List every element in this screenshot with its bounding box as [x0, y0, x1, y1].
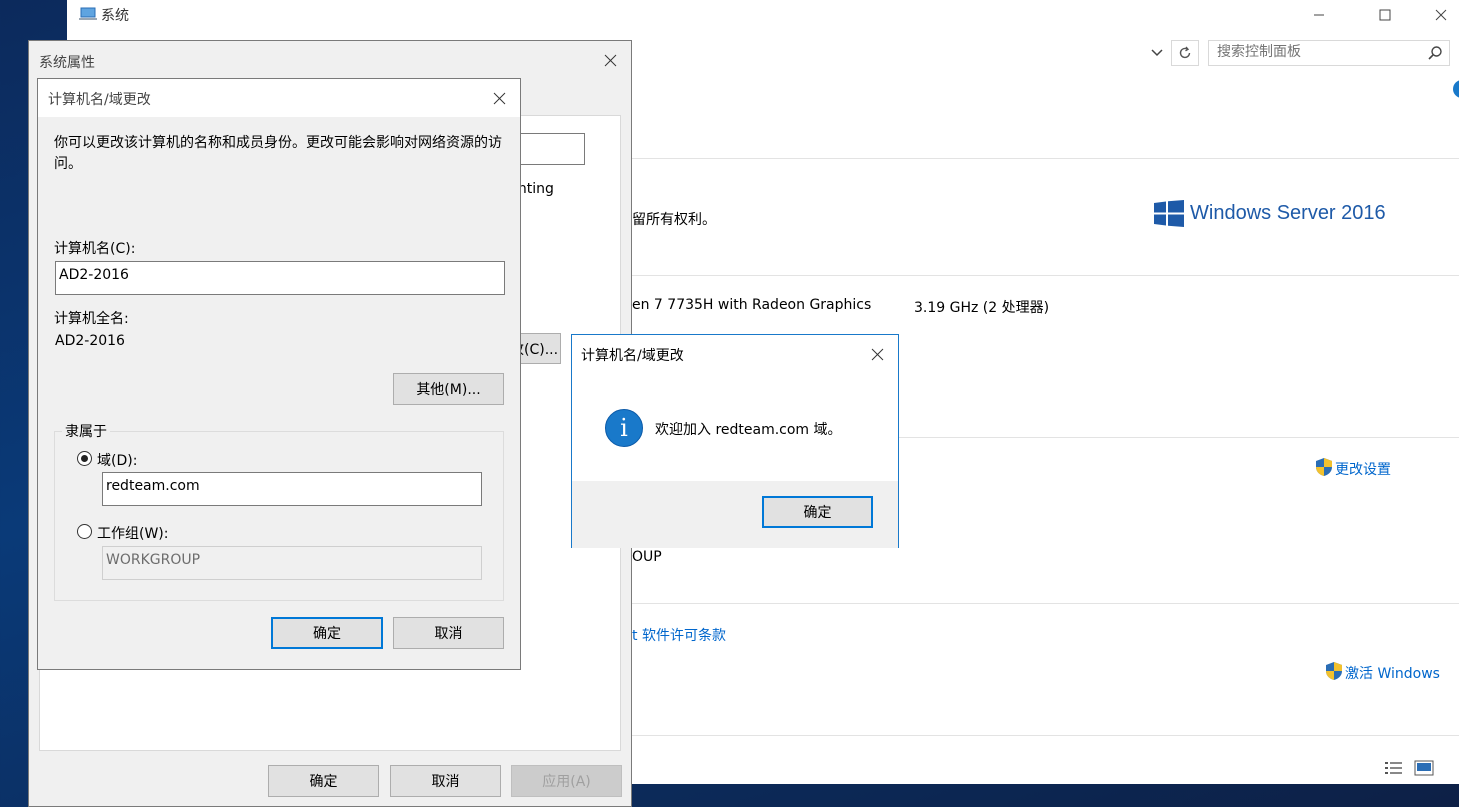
minimize-button[interactable]	[1296, 0, 1342, 30]
computer-name-description: 你可以更改该计算机的名称和成员身份。更改可能会影响对网络资源的访问。	[54, 135, 502, 172]
details-view-icon[interactable]	[1384, 760, 1404, 776]
ok-label: 确定	[313, 626, 341, 642]
system-properties-close-button[interactable]	[597, 49, 623, 71]
full-computer-name-label: 计算机全名:	[54, 311, 129, 327]
section-divider	[632, 158, 1459, 159]
address-dropdown-button[interactable]	[1147, 43, 1167, 63]
maximize-button[interactable]	[1362, 0, 1408, 30]
search-icon[interactable]	[1427, 45, 1443, 61]
computer-name-input[interactable]: AD2-2016	[55, 261, 505, 295]
domain-radio-label[interactable]: 域(D):	[97, 450, 137, 470]
workgroup-input[interactable]: WORKGROUP	[102, 546, 482, 580]
computer-icon	[79, 7, 97, 20]
more-label: 其他(M)...	[416, 382, 481, 398]
search-input[interactable]	[1217, 44, 1417, 60]
search-box[interactable]	[1208, 40, 1450, 66]
section-divider	[632, 275, 1459, 276]
system-window-title: 系统	[101, 8, 129, 24]
license-terms-link[interactable]: t 软件许可条款	[632, 625, 726, 645]
computer-name-dialog: 计算机名/域更改 你可以更改该计算机的名称和成员身份。更改可能会影响对网络资源的…	[37, 78, 521, 670]
computer-name-close-button[interactable]	[486, 87, 512, 109]
message-box-title: 计算机名/域更改	[581, 348, 684, 364]
minimize-icon	[1314, 14, 1324, 16]
ok-label: 确定	[803, 505, 832, 521]
workgroup-radio-label[interactable]: 工作组(W):	[97, 523, 168, 543]
message-box-footer: 确定	[572, 481, 898, 548]
uac-shield-icon	[1316, 458, 1332, 476]
domain-input[interactable]: redteam.com	[102, 472, 482, 506]
change-settings-link[interactable]: 更改设置	[1335, 459, 1391, 479]
close-icon	[1435, 9, 1447, 21]
workgroup-value: OUP	[632, 549, 662, 565]
workgroup-radio[interactable]	[77, 524, 92, 539]
system-properties-ok-button[interactable]: 确定	[268, 765, 379, 797]
message-box-ok-button[interactable]: 确定	[762, 496, 873, 528]
computer-name-ok-button[interactable]: 确定	[271, 617, 383, 649]
member-of-legend: 隶属于	[62, 421, 110, 441]
info-icon: i	[605, 409, 643, 447]
more-button[interactable]: 其他(M)...	[393, 373, 504, 405]
domain-radio[interactable]	[77, 451, 92, 466]
computer-name-cancel-button[interactable]: 取消	[393, 617, 504, 649]
status-bar-divider	[632, 735, 1459, 736]
system-titlebar: 系统	[67, 0, 1459, 30]
uac-shield-icon	[1326, 662, 1342, 680]
activate-windows-link[interactable]: 激活 Windows	[1345, 663, 1440, 683]
full-computer-name-value: AD2-2016	[55, 333, 125, 349]
processor-name: en 7 7735H with Radeon Graphics	[632, 297, 872, 313]
help-icon[interactable]	[1453, 80, 1459, 98]
section-divider	[632, 603, 1459, 604]
cancel-label: 取消	[434, 626, 463, 642]
computer-name-titlebar: 计算机名/域更改	[38, 79, 520, 117]
chevron-down-icon	[1151, 49, 1163, 57]
computer-name-dialog-title: 计算机名/域更改	[48, 92, 151, 108]
system-properties-apply-button[interactable]: 应用(A)	[511, 765, 622, 797]
copyright-text: 留所有权利。	[632, 212, 716, 228]
maximize-icon	[1379, 9, 1391, 21]
welcome-message-text: 欢迎加入 redteam.com 域。	[655, 422, 842, 438]
system-properties-cancel-button[interactable]: 取消	[390, 765, 501, 797]
windows-server-brand: Windows Server 2016	[1190, 202, 1386, 224]
close-button[interactable]	[1418, 0, 1459, 30]
cancel-label: 取消	[431, 774, 460, 790]
apply-label: 应用(A)	[542, 774, 591, 790]
close-icon	[493, 92, 505, 104]
computer-name-label: 计算机名(C):	[54, 241, 136, 257]
large-icons-view-icon[interactable]	[1414, 760, 1434, 776]
processor-speed: 3.19 GHz (2 处理器)	[914, 300, 1050, 316]
windows-logo-icon	[1154, 200, 1184, 227]
refresh-icon	[1179, 46, 1191, 59]
system-properties-title: 系统属性	[39, 55, 95, 71]
ok-label: 确定	[309, 774, 338, 790]
welcome-message-box: 计算机名/域更改 i 欢迎加入 redteam.com 域。 确定	[571, 334, 899, 548]
close-icon	[604, 54, 616, 66]
close-icon	[871, 348, 883, 360]
refresh-button[interactable]	[1171, 40, 1199, 66]
message-box-close-button[interactable]	[864, 343, 890, 365]
